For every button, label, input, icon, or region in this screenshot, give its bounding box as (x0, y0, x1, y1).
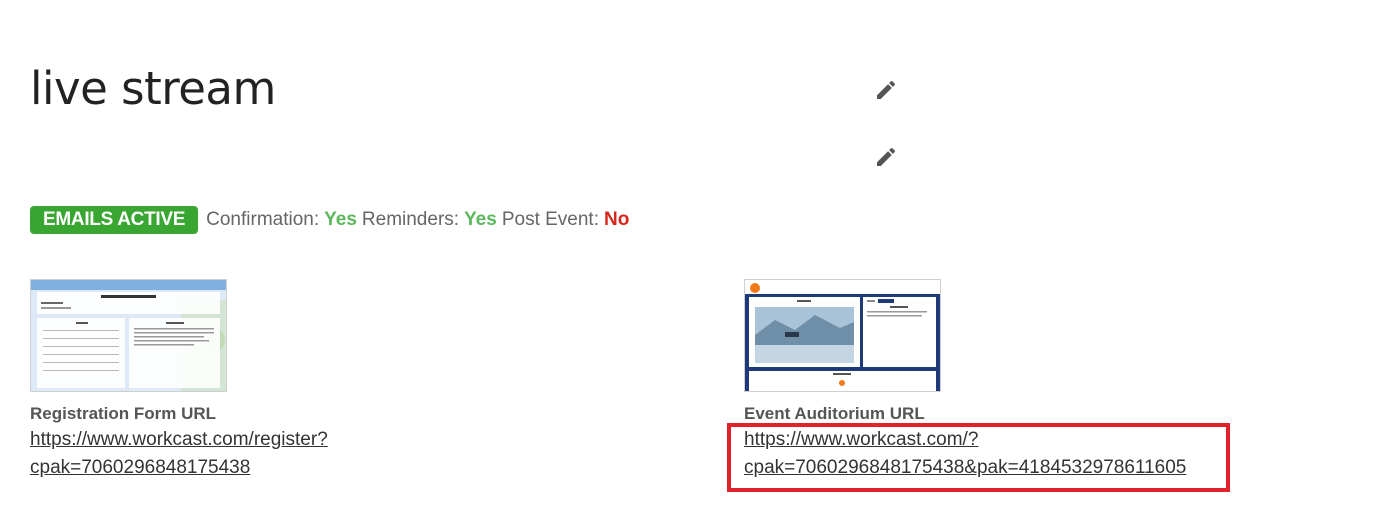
pencil-icon (877, 147, 896, 166)
registration-url-line2: cpak=7060296848175438 (30, 457, 251, 478)
edit-title-button[interactable] (874, 78, 900, 104)
registration-url-label: Registration Form URL (30, 404, 217, 423)
confirmation-value: Yes (324, 209, 357, 230)
auditorium-url-highlight (727, 423, 1230, 492)
email-status-row: EMAILS ACTIVE Confirmation: Yes Reminder… (30, 206, 629, 234)
registration-form-thumbnail[interactable] (30, 279, 227, 392)
emails-active-badge: EMAILS ACTIVE (30, 206, 199, 234)
registration-url-link[interactable]: https://www.workcast.com/register? cpak=… (30, 426, 550, 482)
event-auditorium-thumbnail[interactable] (744, 279, 941, 392)
confirmation-label: Confirmation: (206, 209, 320, 230)
registration-url-line1: https://www.workcast.com/register? (30, 429, 328, 450)
registration-url-block: Registration Form URL https://www.workca… (30, 404, 550, 482)
auditorium-url-label: Event Auditorium URL (744, 404, 925, 423)
pencil-icon (877, 80, 896, 99)
page-title: live stream (30, 62, 276, 115)
reminders-label: Reminders: (361, 209, 460, 230)
reminders-value: Yes (464, 209, 497, 230)
post-event-value: No (604, 209, 630, 230)
post-event-label: Post Event: (501, 209, 599, 230)
edit-details-button[interactable] (874, 145, 900, 171)
